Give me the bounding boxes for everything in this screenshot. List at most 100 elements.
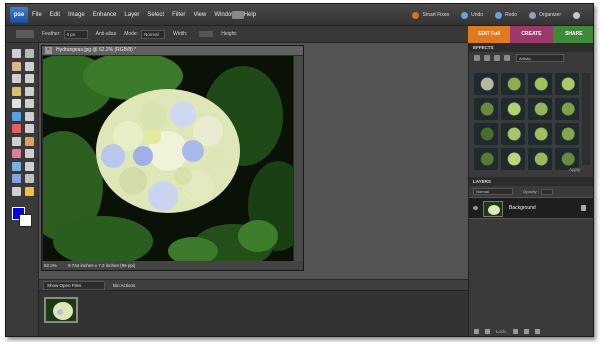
shape-tool-icon[interactable] xyxy=(12,174,21,183)
effect-thumbnail[interactable] xyxy=(474,123,498,145)
effect-thumbnail[interactable] xyxy=(528,98,552,120)
bin-actions-button[interactable]: Bin Actions xyxy=(113,283,135,288)
layer-thumbnail xyxy=(483,201,503,217)
effect-thumbnail[interactable] xyxy=(501,148,525,170)
magic-wand-tool-icon[interactable] xyxy=(12,86,21,96)
eyedropper-tool-icon[interactable] xyxy=(25,61,34,71)
zoom-tool-icon[interactable] xyxy=(25,49,34,58)
project-bin-thumbnail[interactable] xyxy=(44,297,78,323)
quick-selection-tool-icon[interactable] xyxy=(25,86,34,96)
cookie-cutter-tool-icon[interactable] xyxy=(12,111,21,121)
smart-brush-tool-icon[interactable] xyxy=(25,149,34,158)
undo-button[interactable]: Undo xyxy=(461,11,484,19)
clone-stamp-tool-icon[interactable] xyxy=(12,136,21,146)
visibility-eye-icon[interactable] xyxy=(473,206,478,210)
blur-tool-icon[interactable] xyxy=(25,174,34,183)
custom-shape-tool-icon[interactable] xyxy=(25,186,34,196)
opacity-input[interactable] xyxy=(540,188,553,195)
right-tool-label: Undo xyxy=(471,12,484,18)
lock-label: Lock: xyxy=(496,328,507,334)
document-info: 9.744 inches x 7.3 inches (96 ppi) xyxy=(68,263,136,268)
sponge-tool-icon[interactable] xyxy=(12,186,21,196)
menu-select[interactable]: Select xyxy=(147,12,164,18)
close-icon[interactable]: × xyxy=(45,47,52,54)
eraser-tool-icon[interactable] xyxy=(25,136,34,146)
move-tool-icon[interactable] xyxy=(12,49,21,58)
right-toolbar: Smart Fixes Undo Redo Organizer xyxy=(412,4,593,26)
effects-category-select[interactable]: Artistic xyxy=(516,54,564,62)
swap-icon[interactable] xyxy=(199,31,214,37)
workspace-icon[interactable] xyxy=(232,11,244,19)
straighten-tool-icon[interactable] xyxy=(25,111,34,121)
organizer-button[interactable]: Organizer xyxy=(529,11,561,19)
lock-transparent-icon[interactable] xyxy=(512,328,518,334)
mode-select[interactable]: Normal xyxy=(141,29,166,39)
marquee-tool-icon[interactable] xyxy=(12,74,21,83)
menu-file[interactable]: File xyxy=(32,12,42,18)
effect-thumbnail[interactable] xyxy=(555,123,579,145)
menu-image[interactable]: Image xyxy=(68,12,85,18)
effects-toolbar: Artistic xyxy=(469,52,593,64)
paint-bucket-tool-icon[interactable] xyxy=(12,161,21,171)
home-button[interactable] xyxy=(573,11,583,19)
menu-view[interactable]: View xyxy=(193,12,206,18)
redo-button[interactable]: Redo xyxy=(495,11,517,19)
menu-layer[interactable]: Layer xyxy=(124,12,139,18)
tab-create[interactable]: CREATE xyxy=(510,26,553,43)
effect-thumbnail[interactable] xyxy=(528,148,552,170)
show-open-files-select[interactable]: Show Open Files xyxy=(43,280,105,290)
layer-item[interactable]: Background xyxy=(469,197,593,219)
red-eye-tool-icon[interactable] xyxy=(12,124,21,133)
menu-help[interactable]: Help xyxy=(244,12,256,18)
vertical-scrollbar[interactable] xyxy=(294,56,303,262)
menu-enhance[interactable]: Enhance xyxy=(93,12,117,18)
effect-thumbnail[interactable] xyxy=(474,148,498,170)
smart-fixes-button[interactable]: Smart Fixes xyxy=(412,11,449,19)
effect-thumbnail[interactable] xyxy=(474,73,498,95)
effect-thumbnail[interactable] xyxy=(474,98,498,120)
layers-panel-header[interactable]: LAYERS xyxy=(469,177,593,186)
healing-brush-tool-icon[interactable] xyxy=(25,124,34,133)
brush-tool-icon[interactable] xyxy=(12,149,21,158)
antialias-checkbox-label[interactable]: Anti-alias xyxy=(96,31,117,37)
layer-styles-icon[interactable] xyxy=(484,55,490,61)
menu-filter[interactable]: Filter xyxy=(172,12,185,18)
document-title: Hydrangeas.jpg @ 62.2% (RGB/8) * xyxy=(56,47,137,53)
adjustment-layer-icon[interactable] xyxy=(485,328,490,334)
document-area: × Hydrangeas.jpg @ 62.2% (RGB/8) * 62.2%… xyxy=(39,43,468,279)
blend-mode-select[interactable]: Normal xyxy=(473,188,513,195)
effect-thumbnail[interactable] xyxy=(501,73,525,95)
layers-footer: Lock: xyxy=(469,324,593,336)
lasso-tool-icon[interactable] xyxy=(25,74,34,83)
type-tool-icon[interactable] xyxy=(12,99,21,108)
feather-input[interactable]: 0 px xyxy=(63,29,88,39)
crop-tool-icon[interactable] xyxy=(25,99,34,108)
effect-thumbnail[interactable] xyxy=(528,123,552,145)
document-tab[interactable]: × Hydrangeas.jpg @ 62.2% (RGB/8) * xyxy=(42,46,303,55)
filters-icon[interactable] xyxy=(474,55,480,61)
lock-all-icon[interactable] xyxy=(523,328,529,334)
tab-edit-full[interactable]: EDIT Full xyxy=(468,26,511,43)
gradient-tool-icon[interactable] xyxy=(25,161,34,171)
photo-effects-icon[interactable] xyxy=(494,55,500,61)
effect-thumbnail[interactable] xyxy=(555,73,579,95)
delete-layer-icon[interactable] xyxy=(534,328,540,334)
hydrangea-photo[interactable] xyxy=(43,56,293,262)
effects-scrollbar[interactable] xyxy=(582,73,590,165)
hand-tool-icon[interactable] xyxy=(12,61,21,71)
apply-button[interactable]: Apply xyxy=(569,167,580,172)
tab-share[interactable]: SHARE xyxy=(552,26,593,43)
all-effects-icon[interactable] xyxy=(504,55,510,61)
marquee-options-icon[interactable] xyxy=(16,30,34,38)
new-layer-icon[interactable] xyxy=(474,328,479,334)
zoom-readout[interactable]: 62.2% xyxy=(44,263,57,268)
layers-panel: LAYERS xyxy=(469,177,593,186)
effect-thumbnail[interactable] xyxy=(501,123,525,145)
undo-icon xyxy=(461,11,469,19)
background-color-swatch[interactable] xyxy=(19,214,32,227)
effect-thumbnail[interactable] xyxy=(555,98,579,120)
menu-edit[interactable]: Edit xyxy=(50,12,60,18)
effect-thumbnail[interactable] xyxy=(501,98,525,120)
effect-thumbnail[interactable] xyxy=(528,73,552,95)
effects-panel-header[interactable]: EFFECTS xyxy=(469,43,593,52)
